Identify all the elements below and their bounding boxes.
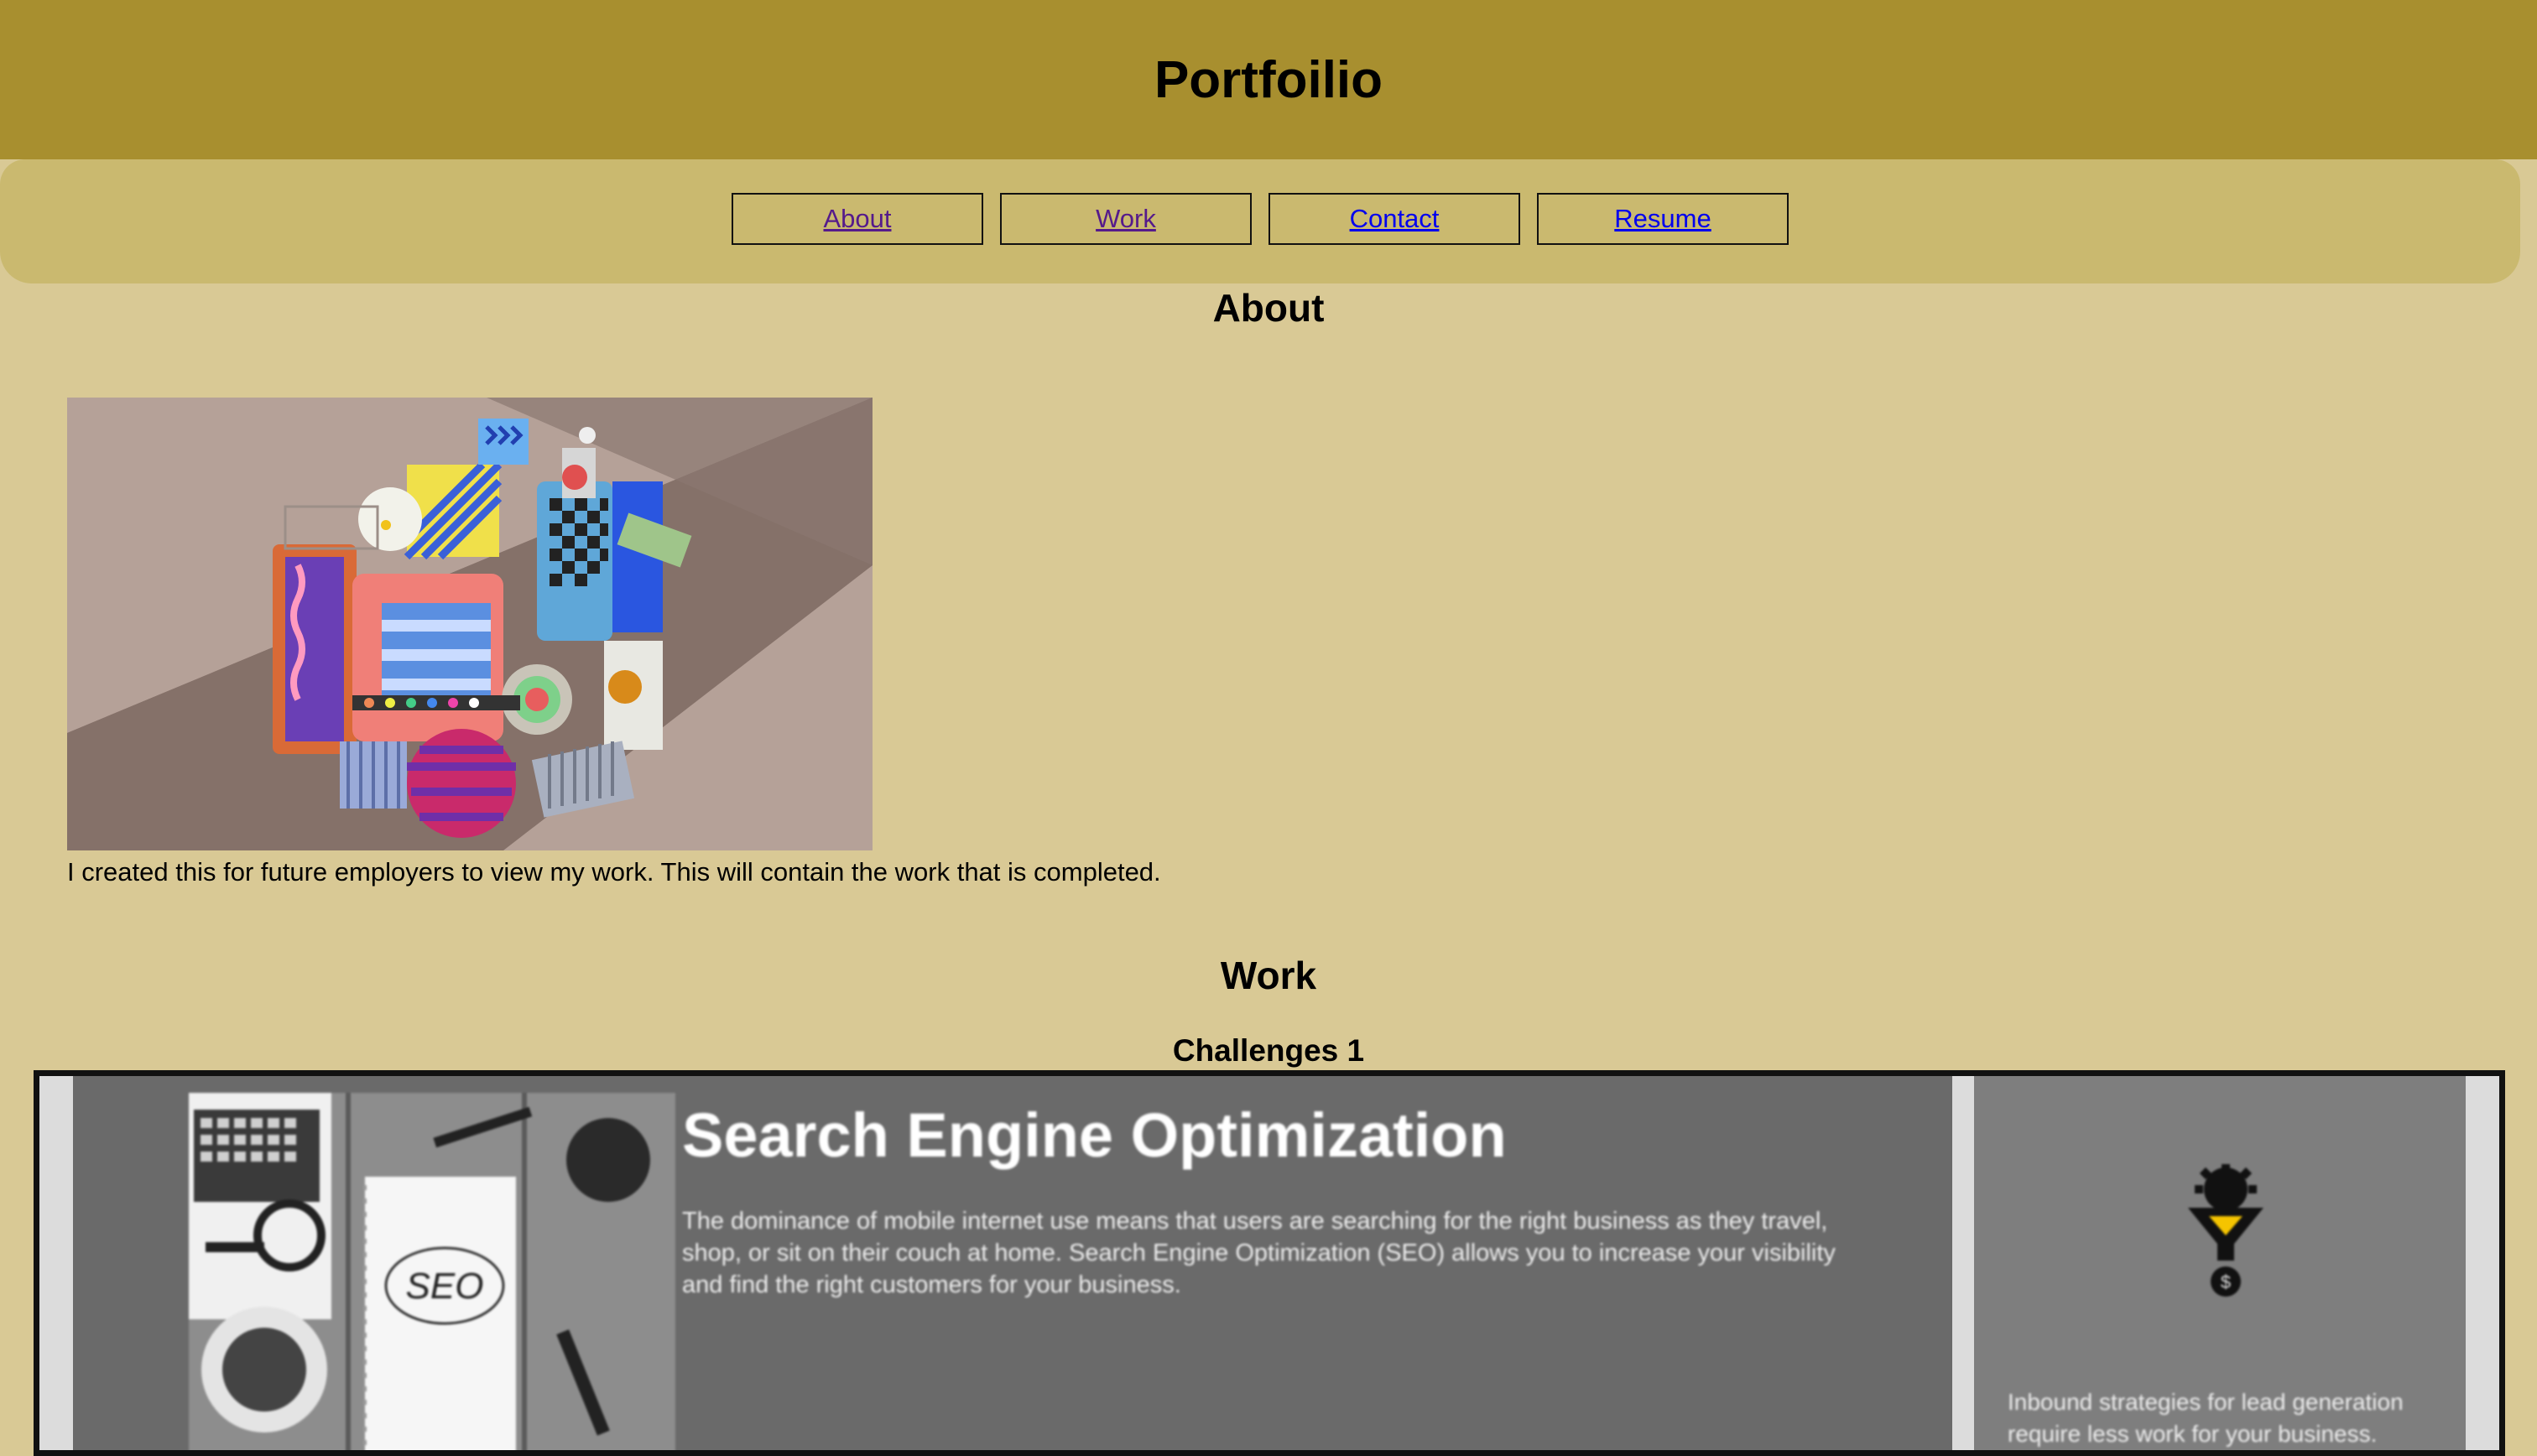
about-heading: About	[1212, 286, 1325, 330]
nav-work-link[interactable]: Work	[1000, 193, 1252, 245]
seo-notebook-text: SEO	[406, 1266, 484, 1307]
nav-about-link[interactable]: About	[732, 193, 983, 245]
challenge-title: Challenges 1	[1172, 1033, 1365, 1068]
work-heading: Work	[1220, 954, 1317, 997]
challenge-body: The dominance of mobile internet use mea…	[682, 1208, 1836, 1298]
nav-contact-link[interactable]: Contact	[1268, 193, 1520, 245]
challenge-side-panel: $ Inbound strategies for lead generation…	[1974, 1076, 2466, 1450]
about-text: I created this for future employers to v…	[67, 857, 1161, 887]
seo-desk-photo: SEO	[189, 1093, 675, 1450]
svg-text:$: $	[2221, 1271, 2231, 1292]
funnel-icon: $	[2188, 1164, 2264, 1297]
challenge-preview[interactable]: SEO Search Engine Optimization The domin…	[34, 1070, 2505, 1456]
about-image	[67, 398, 873, 850]
site-title: Portfoilio	[1154, 50, 1383, 109]
site-header: Portfoilio	[0, 0, 2537, 159]
challenge-heading: Search Engine Optimization	[682, 1100, 1507, 1170]
challenge-side-text: Inbound strategies for lead generation r…	[2008, 1389, 2404, 1447]
nav-bar: About Work Contact Resume	[0, 159, 2520, 283]
nav-resume-link[interactable]: Resume	[1537, 193, 1789, 245]
